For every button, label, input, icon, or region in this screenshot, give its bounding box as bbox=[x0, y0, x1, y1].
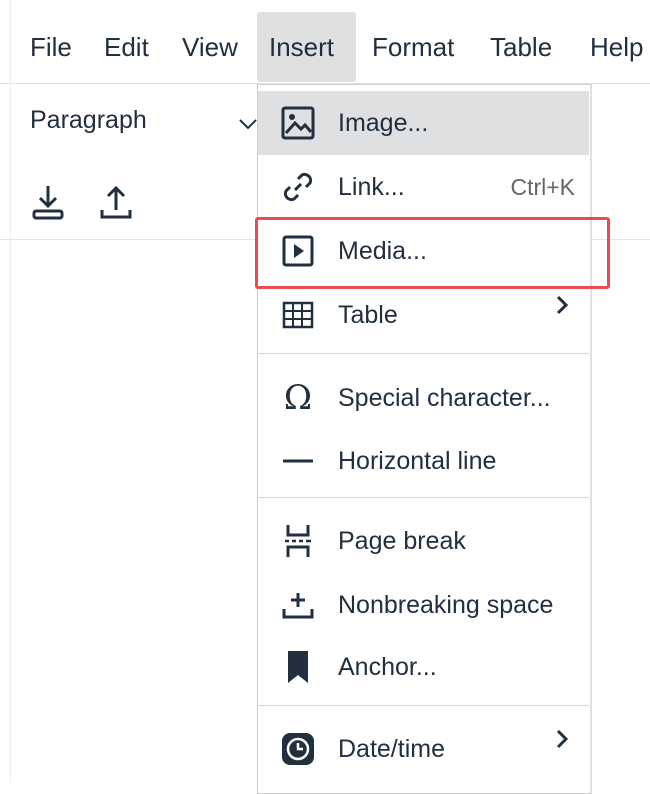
menu-item-label: Anchor... bbox=[338, 652, 437, 681]
table-icon bbox=[278, 295, 318, 335]
page-break-icon bbox=[278, 521, 318, 561]
menu-item-label: Date/time bbox=[338, 734, 445, 763]
menu-separator bbox=[258, 497, 589, 498]
chevron-right-icon bbox=[556, 295, 569, 315]
menu-separator bbox=[258, 705, 589, 706]
menu-item-nonbreaking-space[interactable]: Nonbreaking space bbox=[258, 573, 589, 637]
link-icon bbox=[278, 167, 318, 207]
shortcut-label: Ctrl+K bbox=[510, 173, 575, 200]
menu-item-special-character[interactable]: Ω Special character... bbox=[258, 366, 589, 430]
menu-insert[interactable]: Insert bbox=[257, 12, 356, 82]
menu-item-horizontal-line[interactable]: Horizontal line bbox=[258, 429, 589, 493]
nonbreaking-space-icon bbox=[278, 585, 318, 625]
media-icon bbox=[278, 231, 318, 271]
menu-item-label: Horizontal line bbox=[338, 446, 497, 475]
menu-separator bbox=[258, 353, 589, 354]
menu-item-image[interactable]: Image... bbox=[258, 91, 589, 155]
menu-help[interactable]: Help bbox=[578, 12, 650, 82]
menu-item-date-time[interactable]: Date/time bbox=[258, 717, 589, 781]
menu-table[interactable]: Table bbox=[478, 12, 564, 82]
block-format-select[interactable]: Paragraph bbox=[30, 106, 147, 135]
menu-item-label: Image... bbox=[338, 108, 429, 137]
omega-icon: Ω bbox=[283, 378, 313, 418]
download-icon[interactable] bbox=[28, 182, 68, 222]
menu-item-page-break[interactable]: Page break bbox=[258, 509, 589, 573]
menu-item-label: Media... bbox=[338, 236, 427, 265]
menu-item-label: Link... bbox=[338, 172, 405, 201]
chevron-right-icon bbox=[556, 729, 569, 749]
menu-item-label: Nonbreaking space bbox=[338, 590, 554, 619]
menu-view[interactable]: View bbox=[170, 12, 250, 82]
menu-format[interactable]: Format bbox=[360, 12, 466, 82]
upload-icon[interactable] bbox=[96, 182, 136, 222]
menu-item-media[interactable]: Media... bbox=[258, 219, 589, 283]
menu-item-link[interactable]: Link... Ctrl+K bbox=[258, 155, 589, 219]
menu-edit[interactable]: Edit bbox=[92, 12, 161, 82]
menu-item-label: Table bbox=[338, 300, 398, 329]
menu-item-label: Page break bbox=[338, 526, 466, 555]
bookmark-icon bbox=[278, 647, 318, 687]
horizontal-line-icon bbox=[278, 441, 318, 481]
menu-item-table[interactable]: Table bbox=[258, 283, 589, 347]
insert-menu-dropdown: Image... Link... Ctrl+K Media... Table Ω… bbox=[257, 84, 592, 794]
image-icon bbox=[278, 103, 318, 143]
menu-file[interactable]: File bbox=[18, 12, 84, 82]
menu-item-label: Special character... bbox=[338, 383, 551, 412]
clock-icon bbox=[278, 729, 318, 769]
menu-item-anchor[interactable]: Anchor... bbox=[258, 635, 589, 699]
